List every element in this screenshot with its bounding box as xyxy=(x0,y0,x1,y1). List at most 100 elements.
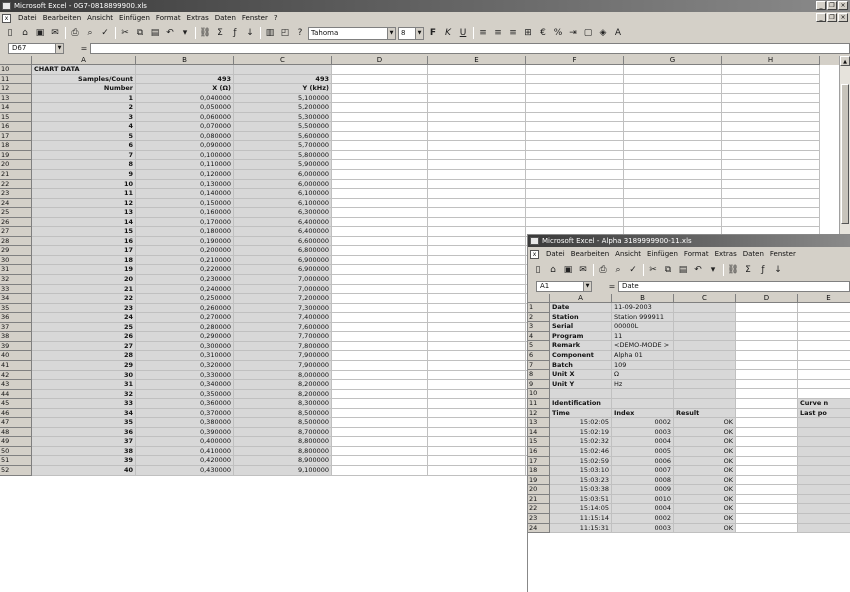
cell-c[interactable]: 7,800000 xyxy=(234,341,332,352)
chevron-down-icon[interactable]: ▼ xyxy=(387,27,395,39)
cell-c[interactable]: 5,600000 xyxy=(234,131,332,142)
cell-b[interactable]: 0,260000 xyxy=(136,303,234,314)
cell-empty[interactable] xyxy=(332,446,428,457)
cell-a[interactable]: Date xyxy=(550,303,612,313)
indent-icon[interactable]: ⇥ xyxy=(566,26,580,40)
cell-a[interactable]: Samples/Count xyxy=(32,74,136,85)
cell-empty[interactable] xyxy=(428,284,526,295)
cell-b[interactable]: 0,330000 xyxy=(136,370,234,381)
cell-a[interactable]: 28 xyxy=(32,351,136,361)
cell-b[interactable]: 0008 xyxy=(612,475,674,486)
cell-empty[interactable] xyxy=(332,399,428,409)
autosum-icon[interactable]: Σ xyxy=(213,26,227,40)
menu-datei[interactable]: Datei xyxy=(543,250,568,258)
cell-empty[interactable] xyxy=(332,170,428,180)
cell-empty[interactable] xyxy=(722,150,820,161)
row-header[interactable]: 31 xyxy=(0,265,32,276)
cell-empty[interactable] xyxy=(428,456,526,466)
open-icon[interactable]: ⌂ xyxy=(18,26,32,40)
cell-e[interactable] xyxy=(798,313,850,323)
cell-a[interactable]: 15:03:51 xyxy=(550,494,612,505)
cell-empty[interactable] xyxy=(428,179,526,190)
row-header[interactable]: 1 xyxy=(528,303,550,313)
cell-b[interactable]: 0007 xyxy=(612,466,674,476)
cell-empty[interactable] xyxy=(722,103,820,113)
cell-empty[interactable] xyxy=(722,160,820,171)
row-header[interactable]: 20 xyxy=(528,485,550,495)
chart-wizard-icon[interactable]: ▥ xyxy=(263,26,277,40)
cell-a[interactable]: Remark xyxy=(550,341,612,351)
cell-b[interactable]: 0,180000 xyxy=(136,227,234,237)
cell-a[interactable]: 5 xyxy=(32,131,136,142)
cell-empty[interactable] xyxy=(332,322,428,333)
cell-empty[interactable] xyxy=(332,189,428,199)
cell-empty[interactable] xyxy=(526,208,624,218)
cell-b[interactable]: 0002 xyxy=(612,418,674,428)
cell-empty[interactable] xyxy=(428,380,526,390)
cell-empty[interactable] xyxy=(428,217,526,228)
second-excel-window[interactable]: Microsoft Excel - Alpha 3189999900-11.xl… xyxy=(527,234,850,592)
cell-empty[interactable] xyxy=(526,170,624,180)
cell-empty[interactable] xyxy=(428,427,526,438)
row-header[interactable]: 15 xyxy=(528,437,550,447)
cell-a[interactable]: 17 xyxy=(32,246,136,256)
cell-empty[interactable] xyxy=(332,360,428,371)
cell-b[interactable]: Index xyxy=(612,408,674,419)
cell-b[interactable]: 0,040000 xyxy=(136,93,234,104)
select-all-corner[interactable] xyxy=(528,294,550,303)
sort-ascending-icon[interactable]: ↓ xyxy=(243,26,257,40)
cell-a[interactable]: 16 xyxy=(32,236,136,247)
cell-c[interactable]: OK xyxy=(674,456,736,467)
row-header[interactable]: 34 xyxy=(0,294,32,304)
help-icon[interactable]: ? xyxy=(293,26,307,40)
cell-b[interactable] xyxy=(136,65,234,75)
cut-icon[interactable]: ✂ xyxy=(646,263,660,277)
bold-icon[interactable]: F xyxy=(426,26,440,40)
fill-color-icon[interactable]: ◈ xyxy=(596,26,610,40)
underline-icon[interactable]: U xyxy=(456,26,470,40)
cell-d[interactable] xyxy=(736,466,798,476)
cell-empty[interactable] xyxy=(624,198,722,209)
cell-c[interactable]: 6,400000 xyxy=(234,227,332,237)
column-header-b[interactable]: B xyxy=(136,56,234,65)
cell-empty[interactable] xyxy=(332,236,428,247)
row-header[interactable]: 25 xyxy=(0,208,32,218)
cell-empty[interactable] xyxy=(332,341,428,352)
cell-c[interactable]: 5,700000 xyxy=(234,141,332,151)
row-header[interactable]: 50 xyxy=(0,446,32,457)
sub-sheet-grid[interactable]: A B C D E 1 Date 11-09-2003 2 Station Station 9999… xyxy=(528,294,850,592)
cell-b[interactable]: 0,340000 xyxy=(136,380,234,390)
cell-empty[interactable] xyxy=(332,351,428,361)
column-header-f[interactable]: F xyxy=(526,56,624,65)
menu-bearbeiten[interactable]: Bearbeiten xyxy=(568,250,612,258)
cell-c[interactable]: 7,300000 xyxy=(234,303,332,314)
cell-b[interactable]: 0,080000 xyxy=(136,131,234,142)
cell-d[interactable] xyxy=(736,322,798,332)
cell-a[interactable]: Unit Y xyxy=(550,379,612,390)
cell-b[interactable]: 0,220000 xyxy=(136,265,234,276)
row-header[interactable]: 45 xyxy=(0,399,32,409)
cell-empty[interactable] xyxy=(332,465,428,476)
cell-empty[interactable] xyxy=(428,265,526,276)
cell-e[interactable] xyxy=(798,466,850,476)
column-header-e[interactable]: E xyxy=(428,56,526,65)
cell-d[interactable] xyxy=(736,427,798,438)
cell-e[interactable]: Curve n xyxy=(798,398,850,409)
cell-a[interactable]: 22 xyxy=(32,294,136,304)
cell-a[interactable]: Serial xyxy=(550,322,612,332)
row-header[interactable]: 18 xyxy=(528,466,550,476)
cell-a[interactable]: 2 xyxy=(32,103,136,113)
cell-a[interactable]: 11:15:14 xyxy=(550,514,612,524)
menu-ansicht[interactable]: Ansicht xyxy=(84,14,116,22)
cell-b[interactable]: 0,380000 xyxy=(136,418,234,428)
column-header-d[interactable]: D xyxy=(736,294,798,303)
cell-a[interactable]: 23 xyxy=(32,303,136,314)
cell-empty[interactable] xyxy=(722,217,820,228)
cell-c[interactable]: 7,600000 xyxy=(234,322,332,333)
cell-a[interactable]: 3 xyxy=(32,112,136,123)
cell-b[interactable]: 0,320000 xyxy=(136,360,234,371)
select-all-corner[interactable] xyxy=(0,56,32,65)
cell-a[interactable]: 37 xyxy=(32,437,136,447)
cell-e[interactable] xyxy=(798,380,850,390)
cell-b[interactable]: 0,310000 xyxy=(136,351,234,361)
